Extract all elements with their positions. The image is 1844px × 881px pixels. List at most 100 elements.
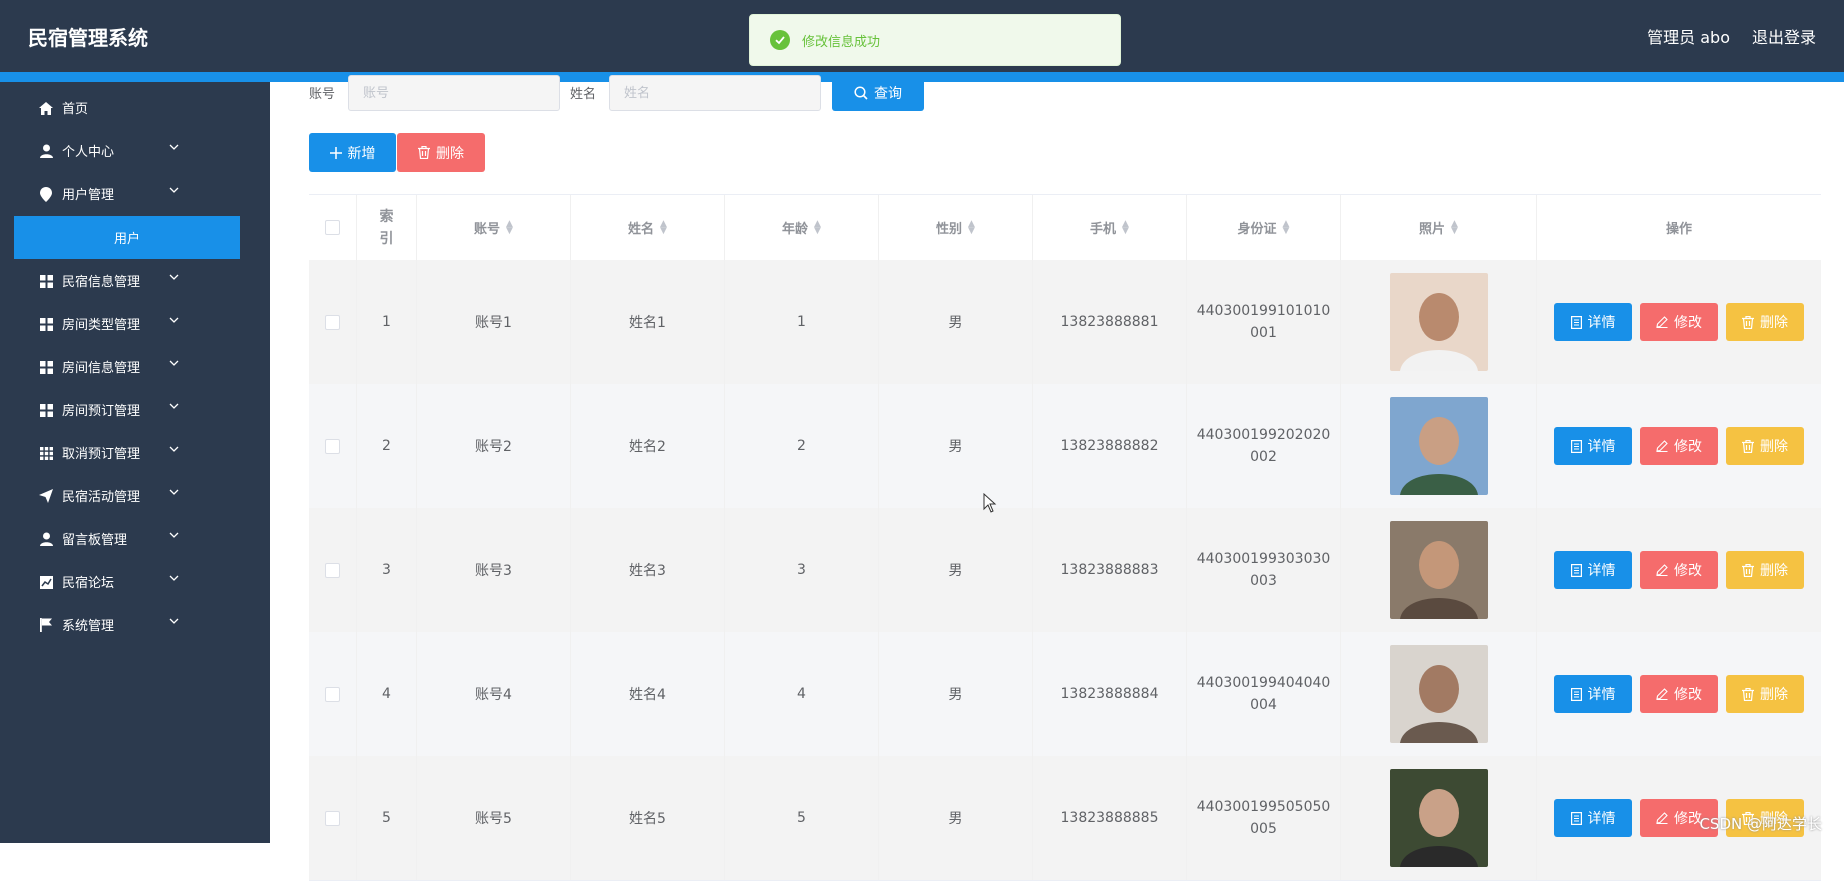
- query-button[interactable]: 查询: [832, 75, 924, 111]
- cell-photo: [1341, 756, 1537, 880]
- trash-icon: [418, 146, 430, 159]
- row-checkbox[interactable]: [325, 314, 340, 330]
- search-icon: [854, 86, 868, 100]
- table-row: 2 账号2 姓名2 2 男 13823888882 440300199202020 002 详情…: [309, 384, 1821, 509]
- header-photo[interactable]: 照片 ▲ ▼: [1341, 195, 1537, 260]
- edit-button[interactable]: 修改: [1640, 675, 1718, 713]
- cell-gender: 男: [879, 756, 1033, 880]
- cell-id-card: 440300199101010 001: [1187, 260, 1341, 384]
- app-title: 民宿管理系统: [28, 26, 148, 50]
- sidebar-item-label: 房间信息管理: [62, 361, 141, 376]
- account-search-input[interactable]: [348, 75, 560, 111]
- document-icon: [1570, 315, 1582, 329]
- delete-button[interactable]: 删除: [1726, 675, 1804, 713]
- detail-button[interactable]: 详情: [1554, 427, 1632, 465]
- detail-button[interactable]: 详情: [1554, 303, 1632, 341]
- id-card-line-2: 003: [1250, 573, 1277, 589]
- header-id-card[interactable]: 身份证 ▲ ▼: [1187, 195, 1341, 260]
- cell-name: 姓名2: [571, 384, 725, 508]
- sidebar-item-label: 留言板管理: [62, 533, 128, 548]
- user-photo[interactable]: [1389, 397, 1488, 495]
- sidebar-item-room-type[interactable]: 房间类型管理: [0, 302, 270, 345]
- edit-icon: [1656, 440, 1668, 452]
- sidebar-subitem-user[interactable]: 用户: [14, 216, 240, 259]
- edit-icon: [1656, 688, 1668, 700]
- edit-button[interactable]: 修改: [1640, 551, 1718, 589]
- logout-link[interactable]: 退出登录: [1752, 24, 1816, 48]
- cell-name: 姓名3: [571, 508, 725, 632]
- delete-button[interactable]: 删除: [1726, 303, 1804, 341]
- edit-button[interactable]: 修改: [1640, 303, 1718, 341]
- header-gender[interactable]: 性别 ▲ ▼: [879, 195, 1033, 260]
- sidebar-item-label: 民宿活动管理: [62, 490, 141, 505]
- sidebar-item-room-booking[interactable]: 房间预订管理: [0, 388, 270, 431]
- header-index: 索引: [357, 195, 417, 260]
- mouse-cursor-icon: [983, 493, 997, 513]
- chevron-down-icon: [168, 141, 180, 157]
- batch-delete-button[interactable]: 删除: [397, 133, 485, 172]
- user-photo[interactable]: [1389, 521, 1488, 619]
- cell-gender: 男: [879, 632, 1033, 756]
- detail-button[interactable]: 详情: [1554, 551, 1632, 589]
- sidebar-item-system[interactable]: 系统管理: [0, 603, 270, 646]
- check-circle-icon: [770, 30, 790, 50]
- cell-gender: 男: [879, 260, 1033, 384]
- sidebar-item-room-info[interactable]: 房间信息管理: [0, 345, 270, 388]
- sidebar-item-forum[interactable]: 民宿论坛: [0, 560, 270, 603]
- select-all-checkbox[interactable]: [325, 220, 340, 235]
- header-account[interactable]: 账号 ▲ ▼: [417, 195, 571, 260]
- row-checkbox[interactable]: [325, 810, 340, 826]
- watermark: CSDN @阿达学长: [1699, 815, 1822, 833]
- sidebar-item-label: 民宿论坛: [62, 576, 115, 591]
- sidebar-item-user-management[interactable]: 用户管理: [0, 172, 270, 215]
- sidebar-item-homestay-info[interactable]: 民宿信息管理: [0, 259, 270, 302]
- sidebar-item-message-board[interactable]: 留言板管理: [0, 517, 270, 560]
- id-card-line-2: 001: [1250, 325, 1277, 341]
- row-checkbox[interactable]: [325, 562, 340, 578]
- user-photo[interactable]: [1389, 273, 1488, 371]
- sidebar-item-label: 房间类型管理: [62, 318, 141, 333]
- detail-label: 详情: [1587, 687, 1616, 703]
- header-select-cell: [309, 195, 357, 260]
- chart-icon: [38, 574, 54, 590]
- toast-message: 修改信息成功: [802, 34, 881, 50]
- sidebar-item-home[interactable]: 首页: [0, 86, 270, 129]
- user-table: 索引 账号 ▲ ▼ 姓名 ▲ ▼ 年龄 ▲ ▼ 性别 ▲ ▼ 手机 ▲ ▼ 身份证 ▲ ▼ 照片 ▲ ▼ 操…: [309, 194, 1821, 261]
- add-button[interactable]: 新增: [309, 133, 396, 172]
- cell-photo: [1341, 384, 1537, 508]
- document-icon: [1570, 811, 1582, 825]
- delete-button[interactable]: 删除: [1726, 427, 1804, 465]
- header-name[interactable]: 姓名 ▲ ▼: [571, 195, 725, 260]
- row-checkbox[interactable]: [325, 438, 340, 454]
- admin-label[interactable]: 管理员 abo: [1647, 24, 1730, 48]
- sort-icon: ▲ ▼: [814, 218, 821, 236]
- row-checkbox[interactable]: [325, 686, 340, 702]
- cell-account: 账号4: [417, 632, 571, 756]
- sidebar-item-cancel-booking[interactable]: 取消预订管理: [0, 431, 270, 474]
- detail-button[interactable]: 详情: [1554, 799, 1632, 837]
- cell-gender: 男: [879, 508, 1033, 632]
- sidebar-item-personal-center[interactable]: 个人中心: [0, 129, 270, 172]
- flag-icon: [38, 617, 54, 633]
- sort-icon: ▲ ▼: [506, 218, 513, 236]
- cell-photo: [1341, 632, 1537, 756]
- cell-account: 账号2: [417, 384, 571, 508]
- query-button-label: 查询: [874, 86, 902, 102]
- name-search-input[interactable]: [609, 75, 821, 111]
- header-phone[interactable]: 手机 ▲ ▼: [1033, 195, 1187, 260]
- sidebar: 首页 个人中心 用户管理 用户 民宿信息管理 房间类型管理 房间信息管理 房间预…: [0, 82, 270, 843]
- header-age[interactable]: 年龄 ▲ ▼: [725, 195, 879, 260]
- user-icon: [38, 531, 54, 547]
- user-photo[interactable]: [1389, 769, 1488, 867]
- chevron-down-icon: [168, 314, 180, 330]
- edit-button[interactable]: 修改: [1640, 427, 1718, 465]
- user-photo[interactable]: [1389, 645, 1488, 743]
- delete-button[interactable]: 删除: [1726, 551, 1804, 589]
- sidebar-item-activity[interactable]: 民宿活动管理: [0, 474, 270, 517]
- row-select-cell: [309, 260, 357, 384]
- detail-label: 详情: [1587, 563, 1616, 579]
- trash-icon: [1742, 439, 1754, 453]
- detail-button[interactable]: 详情: [1554, 675, 1632, 713]
- row-select-cell: [309, 508, 357, 632]
- grid-icon: [38, 359, 54, 375]
